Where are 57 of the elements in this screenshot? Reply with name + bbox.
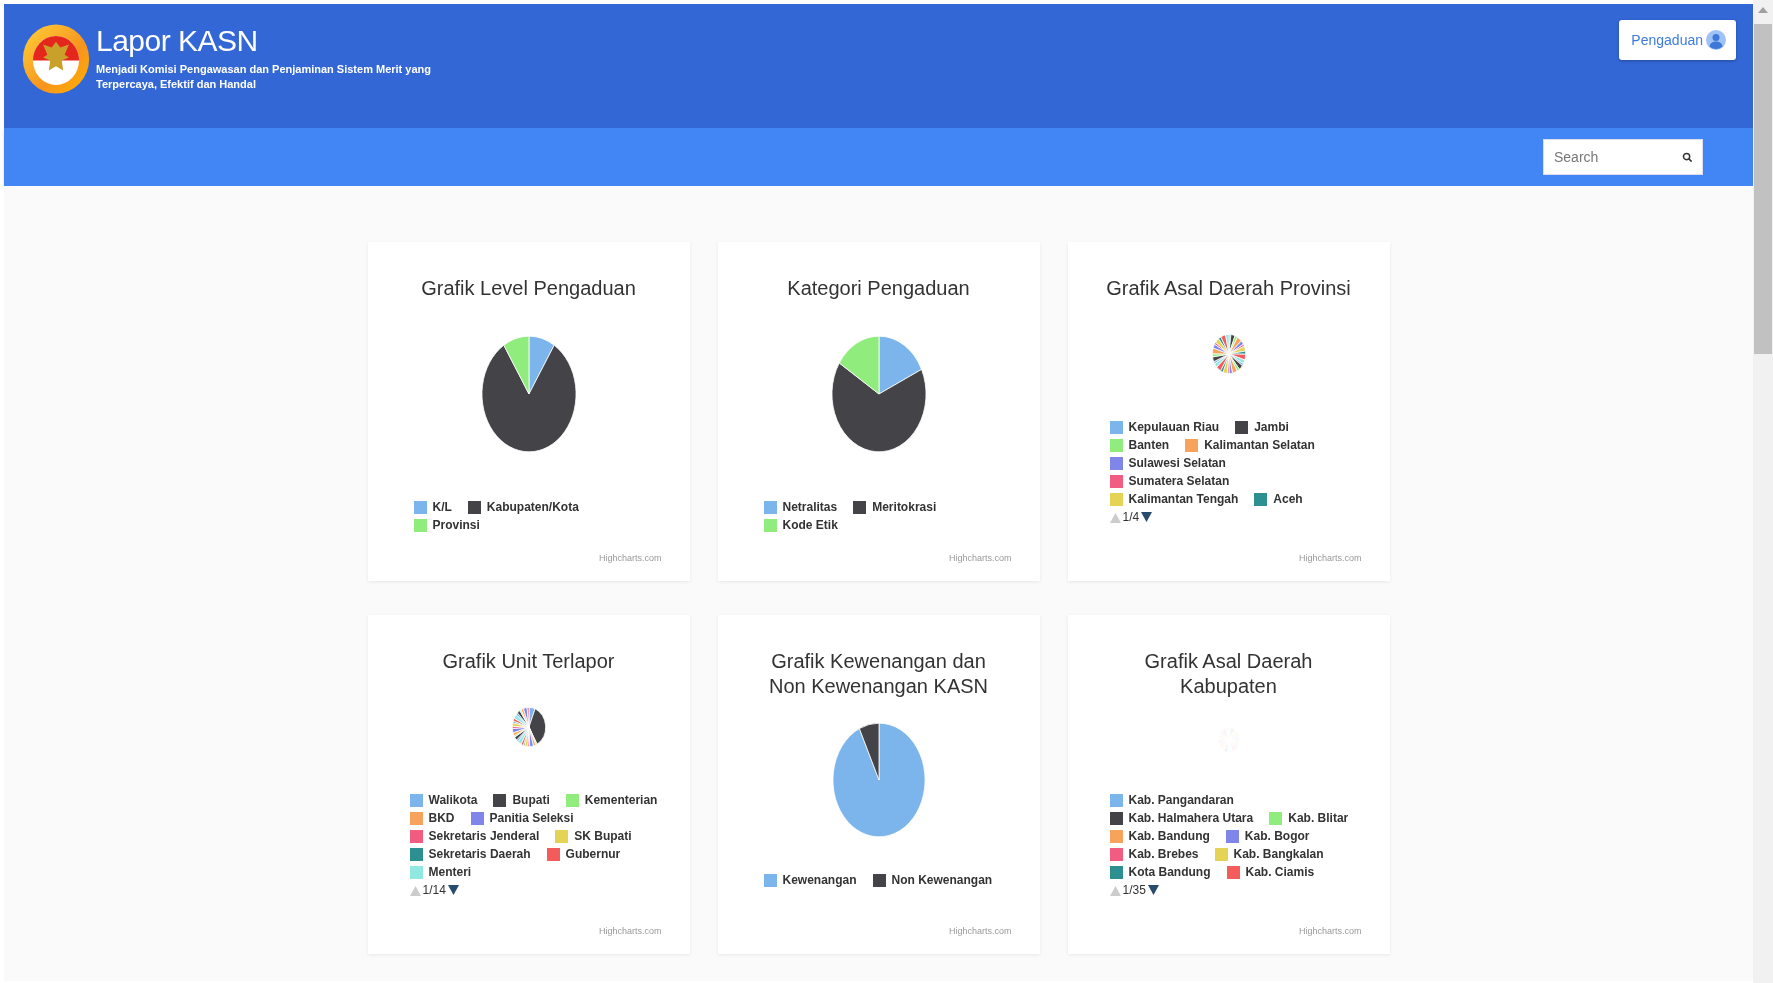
chart-title: Grafik Asal Daerah Provinsi — [1105, 276, 1352, 301]
legend-label[interactable]: Jambi — [1254, 420, 1289, 434]
legend-label[interactable]: Netralitas — [782, 500, 838, 514]
chart-title: Kategori Pengaduan — [786, 276, 971, 301]
legend-label[interactable]: Panitia Seleksi — [489, 811, 574, 825]
legend-label[interactable]: Kab. Pangandaran — [1128, 793, 1234, 807]
user-icon — [1706, 30, 1726, 50]
legend-label[interactable]: Kepulauan Riau — [1128, 420, 1220, 434]
legend-page-number: 1/4 — [1122, 510, 1140, 524]
scroll-up-icon[interactable] — [1758, 6, 1768, 14]
chart-title: Grafik Unit Terlapor — [441, 649, 616, 674]
site-title: Lapor KASN — [96, 24, 259, 58]
chart-title: Grafik Asal Daerah Kabupaten — [1143, 649, 1314, 699]
legend-label[interactable]: Kab. Bangkalan — [1233, 847, 1324, 861]
legend-label[interactable]: Kab. Bogor — [1244, 829, 1310, 843]
legend-label[interactable]: Kalimantan Selatan — [1204, 438, 1315, 452]
page-down-icon[interactable] — [447, 884, 459, 896]
legend-label[interactable]: Kementerian — [584, 793, 658, 807]
page-down-icon[interactable] — [1147, 884, 1159, 896]
legend-label[interactable]: Menteri — [428, 865, 472, 879]
legend-label[interactable]: Walikota — [428, 793, 478, 807]
legend-label[interactable]: BKD — [428, 811, 455, 825]
legend-label[interactable]: Sekretaris Daerah — [428, 847, 531, 861]
legend-label[interactable]: Kab. Halmahera Utara — [1128, 811, 1254, 825]
search-field[interactable]: Search — [1543, 139, 1703, 175]
pengaduan-button[interactable]: Pengaduan — [1619, 20, 1736, 60]
legend-label[interactable]: Gubernur — [565, 847, 621, 861]
legend-label[interactable]: Bupati — [512, 793, 550, 807]
legend-label[interactable]: Kab. Blitar — [1288, 811, 1349, 825]
legend-label[interactable]: Kota Bandung — [1128, 865, 1211, 879]
legend-label[interactable]: Non Kewenangan — [891, 873, 993, 887]
legend-label[interactable]: Kab. Brebes — [1128, 847, 1199, 861]
legend-page-number: 1/35 — [1122, 883, 1146, 897]
pie-chart — [511, 707, 546, 747]
page-down-icon[interactable] — [1141, 511, 1153, 523]
legend-label[interactable]: Kalimantan Tengah — [1128, 492, 1239, 506]
scrollbar-thumb[interactable] — [1754, 24, 1772, 354]
search-icon — [1682, 152, 1693, 163]
legend-page-number: 1/14 — [422, 883, 446, 897]
legend-label[interactable]: Aceh — [1273, 492, 1303, 506]
pie-chart — [1211, 334, 1246, 374]
legend-label[interactable]: SK Bupati — [574, 829, 632, 843]
chart-title: Grafik Kewenangan dan Non Kewenangan KASN — [767, 649, 989, 699]
legend-label[interactable]: Kab. Ciamis — [1245, 865, 1315, 879]
legend-label[interactable]: Sulawesi Selatan — [1128, 456, 1226, 470]
site-tagline: Menjadi Komisi Pengawasan dan Penjaminan Sistem Merit yang Terpercaya, Efektif dan Handal — [96, 62, 432, 92]
legend-label[interactable]: Provinsi — [432, 518, 480, 532]
legend-label[interactable]: K/L — [432, 500, 452, 514]
legend-label[interactable]: Kode Etik — [782, 518, 838, 532]
legend-label[interactable]: Sekretaris Jenderal — [428, 829, 540, 843]
legend-label[interactable]: Kabupaten/Kota — [486, 500, 579, 514]
legend-label[interactable]: Kewenangan — [782, 873, 857, 887]
chart-title: Grafik Level Pengaduan — [420, 276, 637, 301]
legend-label[interactable]: Banten — [1128, 438, 1170, 452]
legend-label[interactable]: Meritokrasi — [872, 500, 937, 514]
legend-label[interactable]: Sumatera Selatan — [1128, 474, 1230, 488]
legend-label[interactable]: Kab. Bandung — [1128, 829, 1210, 843]
